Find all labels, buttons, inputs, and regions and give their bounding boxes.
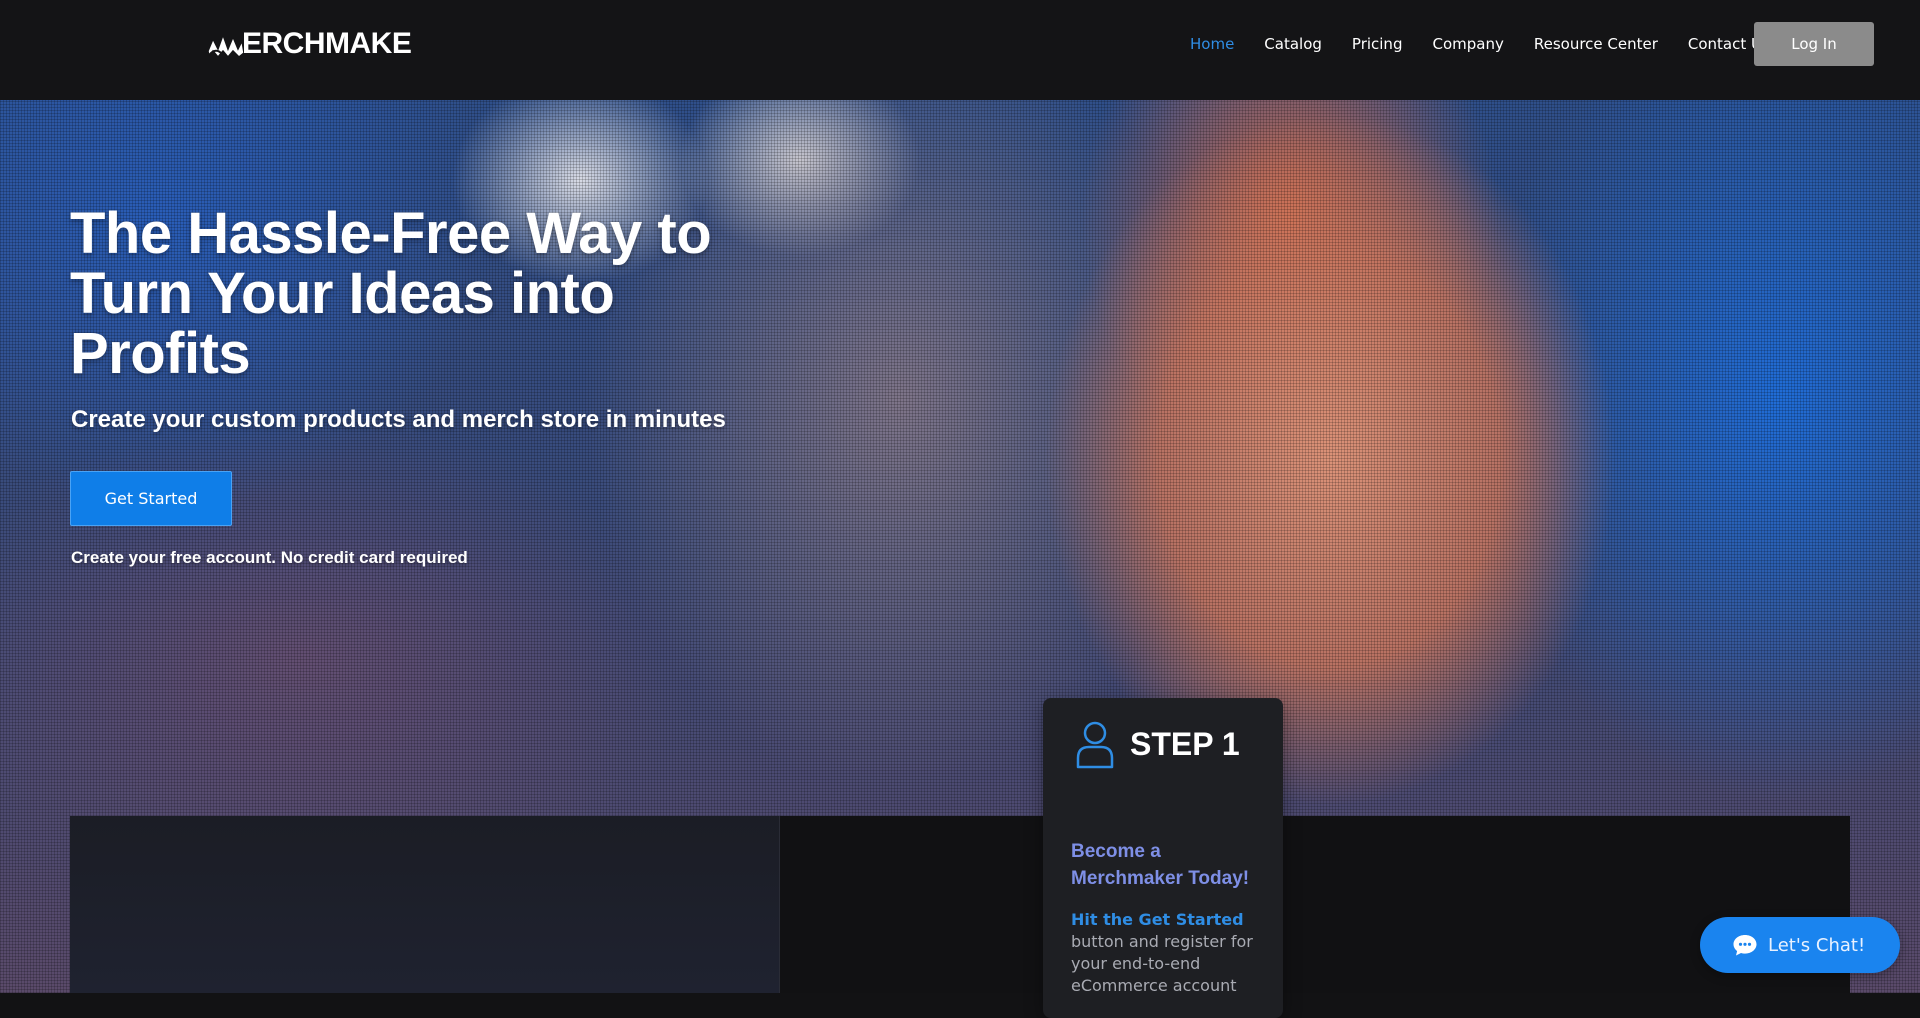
logo-text: ERCHMAKE	[242, 27, 412, 60]
get-started-button[interactable]: Get Started	[70, 471, 232, 526]
hero-subtitle: Create your custom products and merch st…	[71, 406, 726, 433]
content-panel	[70, 816, 1850, 993]
step-card: STEP 1 Become a Merchmaker Today! Hit th…	[1043, 698, 1283, 1018]
step-body-text: button and register for your end-to-end …	[1071, 932, 1253, 995]
site-header: ERCHMAKE Home Catalog Pricing Company Re…	[0, 0, 1920, 100]
logo-wave-icon	[207, 32, 245, 59]
nav-company[interactable]: Company	[1432, 35, 1503, 53]
login-button[interactable]: Log In	[1754, 22, 1874, 66]
content-panel-media	[70, 816, 780, 993]
step-title: STEP 1	[1130, 726, 1240, 762]
step-body: Hit the Get Started button and register f…	[1071, 909, 1261, 997]
chat-button[interactable]: Let's Chat!	[1700, 917, 1900, 973]
nav-pricing[interactable]: Pricing	[1352, 35, 1403, 53]
step-heading: Become a Merchmaker Today!	[1071, 841, 1250, 889]
nav-home[interactable]: Home	[1190, 35, 1234, 53]
step-body-highlight: Hit the Get Started	[1071, 910, 1244, 929]
nav-catalog[interactable]: Catalog	[1264, 35, 1322, 53]
main-nav: Home Catalog Pricing Company Resource Ce…	[1190, 32, 1800, 56]
merchmake-logo[interactable]: ERCHMAKE	[206, 27, 412, 61]
nav-resource-center[interactable]: Resource Center	[1534, 35, 1658, 53]
user-icon	[1076, 721, 1114, 769]
free-account-note: Create your free account. No credit card…	[71, 548, 468, 567]
chat-label: Let's Chat!	[1768, 934, 1866, 956]
chat-bubble-icon	[1733, 935, 1757, 956]
hero-title: The Hassle-Free Way to Turn Your Ideas i…	[70, 201, 712, 386]
